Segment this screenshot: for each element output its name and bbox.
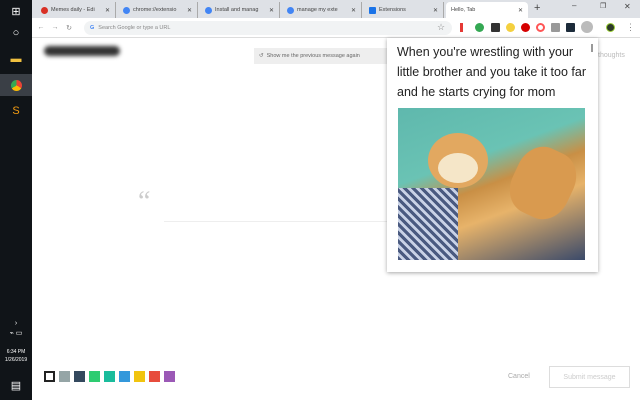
blurred-username [44,46,120,56]
restore-button[interactable]: ❐ [600,2,606,10]
color-swatch[interactable] [119,371,130,382]
windows-taskbar: ⊞ ○ ▬ S › ⌁ ▭ 6:34 PM 1/26/2019 ▤ [0,0,32,400]
undo-icon: ↺ [259,53,264,59]
extension-printer-icon[interactable] [551,23,560,32]
color-swatch[interactable] [104,371,115,382]
submit-message-button[interactable]: Submit message [549,366,630,388]
close-tab-icon[interactable]: ✕ [187,7,192,14]
tab-label: Hello, Tab [451,7,476,13]
google-icon [205,6,212,14]
color-swatch[interactable] [89,371,100,382]
extension-adblock-icon[interactable] [521,23,530,32]
close-tab-icon[interactable]: ✕ [269,7,274,14]
menu-kebab-icon[interactable]: ⋮ [626,22,635,33]
clock[interactable]: 6:34 PM 1/26/2019 [0,348,32,364]
color-swatch[interactable] [74,371,85,382]
color-swatches [44,371,175,382]
tab-favicon-icon [41,6,48,14]
tab-manage-extensions[interactable]: manage my exte ✕ [282,2,362,18]
chrome-icon[interactable] [0,74,32,96]
omnibox-placeholder: Search Google or type a URL [98,25,171,31]
sublime-icon[interactable]: S [0,100,32,122]
profile-avatar-icon[interactable] [606,23,615,32]
tab-label: Install and manag [215,7,259,13]
close-window-button[interactable]: ✕ [624,2,631,11]
bookmark-star-icon[interactable]: ☆ [437,22,445,33]
quote-icon: “ [138,186,151,217]
color-swatch[interactable] [134,371,145,382]
tab-label: chrome://extensio [133,7,177,13]
extension-dark-icon[interactable] [566,23,575,32]
google-icon [287,6,294,14]
extensions-icon [369,6,376,14]
network-battery-icon[interactable]: ⌁ ▭ [0,322,32,344]
omnibox[interactable]: G Search Google or type a URL [84,21,452,35]
google-icon [123,6,130,14]
close-tab-icon[interactable]: ✕ [351,7,356,14]
new-tab-button[interactable]: + [534,2,540,14]
tab-hello-tab[interactable]: Hello, Tab ✕ [446,2,528,18]
tab-label: Extensions [379,7,406,13]
forward-button[interactable]: → [48,24,62,31]
message-input-line[interactable] [164,221,394,222]
thoughts-hint: thoughts [598,52,625,59]
color-swatch[interactable] [149,371,160,382]
close-tab-icon[interactable]: ✕ [105,7,110,14]
google-icon: G [90,25,95,31]
tab-label: manage my exte [297,7,338,13]
clock-time: 6:34 PM [6,349,26,355]
notifications-icon[interactable]: ▤ [0,374,32,396]
reload-button[interactable]: ↻ [62,24,76,32]
close-tab-icon[interactable]: ✕ [433,7,438,14]
minimize-button[interactable]: – [572,1,576,10]
tab-bar: Memes daily - Edi ✕ chrome://extensio ✕ In… [32,0,640,18]
color-swatch[interactable] [44,371,55,382]
tab-chrome-extensions[interactable]: chrome://extensio ✕ [118,2,198,18]
back-button[interactable]: ← [34,24,48,31]
extension-hello-tab-icon[interactable] [581,21,593,33]
cancel-button[interactable]: Cancel [508,373,530,380]
meme-image [398,108,585,260]
extension-flag-icon[interactable] [460,23,463,32]
extension-flag-dark-icon[interactable] [491,23,500,32]
cortana-icon[interactable]: ○ [0,22,32,44]
extension-popup: When you're wrestling with your little b… [387,38,598,272]
tab-memes[interactable]: Memes daily - Edi ✕ [36,2,116,18]
previous-message-label: Show me the previous message again [266,53,360,59]
extension-target-icon[interactable] [536,23,545,32]
meme-caption: When you're wrestling with your little b… [397,45,586,99]
extension-green-icon[interactable] [475,23,484,32]
windows-start-icon[interactable]: ⊞ [0,0,32,22]
clock-date: 1/26/2019 [4,357,28,363]
color-swatch[interactable] [59,371,70,382]
close-tab-icon[interactable]: ✕ [518,7,523,14]
file-explorer-icon[interactable]: ▬ [0,48,32,70]
tab-label: Memes daily - Edi [51,7,95,13]
tab-extensions[interactable]: Extensions ✕ [364,2,444,18]
browser-toolbar: ← → ↻ G Search Google or type a URL ☆ ⋮ [32,18,640,38]
tab-install-manage[interactable]: Install and manag ✕ [200,2,280,18]
color-swatch[interactable] [164,371,175,382]
extension-smiley-icon[interactable] [506,23,515,32]
